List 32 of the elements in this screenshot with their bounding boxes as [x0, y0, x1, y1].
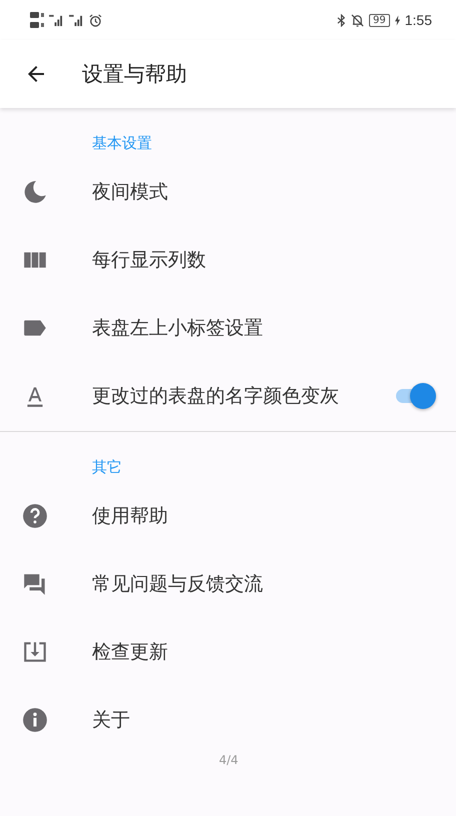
battery-icon: 99	[369, 14, 390, 26]
item-label: 更改过的表盘的名字颜色变灰	[92, 384, 340, 409]
signal-icon	[69, 14, 84, 26]
item-label: 关于	[92, 708, 131, 733]
moon-icon	[22, 179, 48, 205]
item-label: 每行显示列数	[92, 248, 207, 273]
page-indicator: 4/4	[219, 753, 238, 767]
settings-item[interactable]: 使用帮助	[0, 482, 456, 550]
muted-bell-icon	[351, 14, 364, 26]
settings-item[interactable]: 常见问题与反馈交流	[0, 550, 456, 618]
item-label: 检查更新	[92, 640, 169, 665]
settings-item[interactable]: 更改过的表盘的名字颜色变灰	[0, 362, 456, 430]
section-header: 其它	[91, 457, 123, 478]
sim-icon	[30, 11, 44, 29]
item-label: 使用帮助	[92, 504, 169, 529]
item-label: 表盘左上小标签设置	[92, 316, 264, 341]
alarm-icon	[89, 14, 102, 26]
clock-time: 1:55	[404, 12, 432, 28]
settings-item[interactable]: 表盘左上小标签设置	[0, 294, 456, 362]
help-icon	[22, 503, 48, 529]
item-label: 常见问题与反馈交流	[92, 572, 264, 597]
settings-item[interactable]: 每行显示列数	[0, 226, 456, 294]
charging-icon	[394, 14, 400, 26]
page-title: 设置与帮助	[82, 61, 187, 88]
settings-item[interactable]: 夜间模式	[0, 158, 456, 226]
section-header: 基本设置	[91, 133, 153, 154]
bluetooth-icon	[337, 14, 346, 26]
settings-item[interactable]: 检查更新	[0, 618, 456, 686]
item-label: 夜间模式	[92, 180, 169, 205]
signal-icon	[49, 14, 64, 26]
settings-item[interactable]: 关于	[0, 686, 456, 754]
info-icon	[22, 707, 48, 733]
